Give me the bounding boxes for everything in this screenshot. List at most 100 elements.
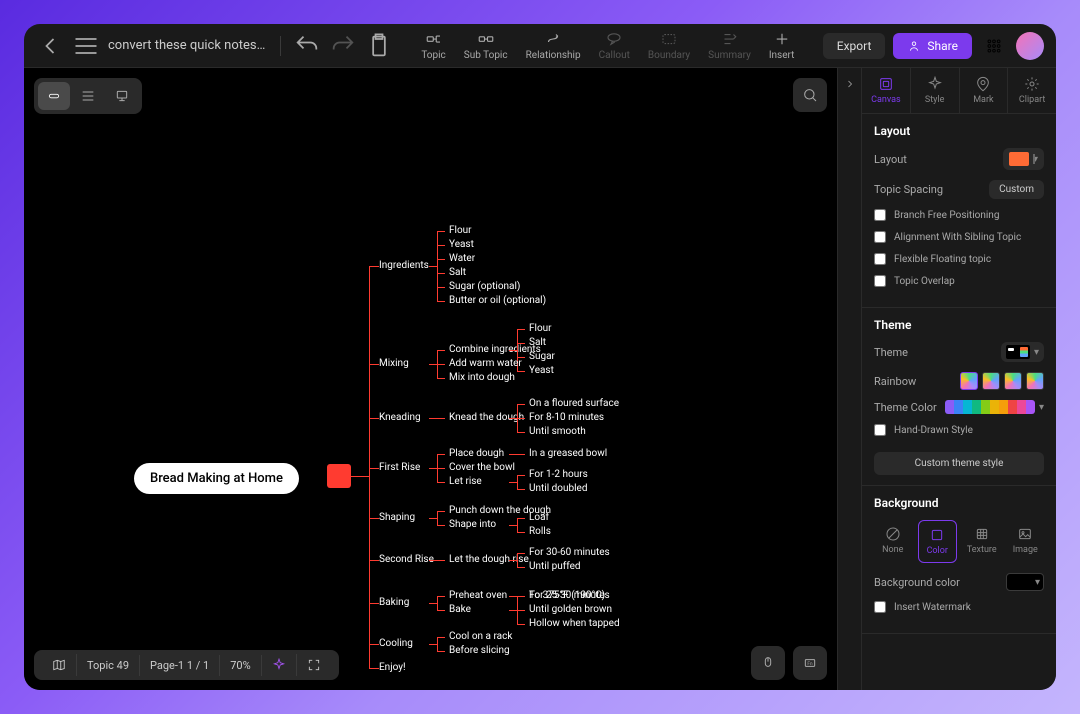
mindmap-node[interactable]: Second Rise <box>379 554 434 565</box>
mindmap-node[interactable]: Baking <box>379 597 409 608</box>
rainbow-option[interactable] <box>1026 372 1044 390</box>
view-outline[interactable] <box>72 82 104 110</box>
mindmap-node[interactable]: Kneading <box>379 412 421 423</box>
mindmap-node[interactable]: Flour <box>529 323 552 334</box>
tab-clipart[interactable]: Clipart <box>1008 68 1056 113</box>
mindmap-canvas[interactable]: Bread Making at Home Ingredients Flour Yea… <box>24 68 837 690</box>
back-button[interactable] <box>36 32 64 60</box>
map-icon[interactable] <box>42 654 77 676</box>
mindmap-node[interactable]: Before slicing <box>449 645 510 656</box>
page-indicator[interactable]: Page-1 1 / 1 <box>140 655 220 676</box>
theme-color-strip[interactable] <box>945 400 1035 414</box>
ai-icon[interactable] <box>262 654 297 676</box>
tool-topic[interactable]: Topic <box>421 30 445 61</box>
mindmap-node[interactable]: Preheat oven <box>449 590 507 601</box>
check-handdrawn[interactable] <box>874 424 886 436</box>
bgcolor-swatch[interactable]: ▾ <box>1006 573 1044 591</box>
mindmap-node[interactable]: Bake <box>449 604 471 615</box>
mindmap-node[interactable]: Shaping <box>379 512 415 523</box>
mindmap-node[interactable]: Mix into dough <box>449 372 515 383</box>
mindmap-node[interactable]: Cover the bowl <box>449 462 515 473</box>
mindmap-root-handle[interactable] <box>327 464 351 488</box>
check-watermark[interactable] <box>874 601 886 613</box>
share-button[interactable]: Share <box>893 33 972 59</box>
search-button[interactable] <box>793 78 827 112</box>
mindmap-node[interactable]: For 30-60 minutes <box>529 547 610 558</box>
tab-canvas[interactable]: Canvas <box>862 68 911 113</box>
mindmap-node[interactable]: Shape into <box>449 519 496 530</box>
mindmap-node[interactable]: Loaf <box>529 512 549 523</box>
mindmap-node[interactable]: Enjoy! <box>379 662 406 673</box>
layout-select[interactable]: ▾ <box>1003 148 1044 170</box>
mindmap-node[interactable]: Cool on a rack <box>449 631 512 642</box>
tab-mark[interactable]: Mark <box>960 68 1009 113</box>
zoom-level[interactable]: 70% <box>220 655 261 676</box>
mindmap-node[interactable]: Yeast <box>529 365 554 376</box>
mindmap-node[interactable]: Water <box>449 253 475 264</box>
mindmap-node[interactable]: Place dough <box>449 448 504 459</box>
tab-style[interactable]: Style <box>911 68 960 113</box>
mindmap-node[interactable]: Combine ingredients <box>449 344 541 355</box>
redo-button[interactable] <box>329 32 357 60</box>
mindmap-node[interactable]: Rolls <box>529 526 551 537</box>
apps-button[interactable] <box>980 32 1008 60</box>
mindmap-node[interactable]: Until smooth <box>529 426 586 437</box>
mindmap-node[interactable]: Flour <box>449 225 472 236</box>
fit-button[interactable]: Fn <box>793 646 827 680</box>
mindmap-node[interactable]: Until doubled <box>529 483 587 494</box>
menu-button[interactable] <box>72 32 100 60</box>
mindmap-node[interactable]: Until golden brown <box>529 604 612 615</box>
topic-count[interactable]: Topic 49 <box>77 655 140 676</box>
mindmap-node[interactable]: Salt <box>529 337 546 348</box>
check-flexible[interactable] <box>874 253 886 265</box>
mindmap-node[interactable]: Sugar <box>529 351 555 362</box>
mindmap-root[interactable]: Bread Making at Home <box>134 463 299 494</box>
bg-texture[interactable]: Texture <box>963 520 1001 563</box>
mindmap-node[interactable]: Sugar (optional) <box>449 281 520 292</box>
mindmap-node[interactable]: Mixing <box>379 358 409 369</box>
mindmap-node[interactable]: Hollow when tapped <box>529 618 620 629</box>
canvas-area[interactable]: Bread Making at Home Ingredients Flour Yea… <box>24 68 837 690</box>
view-mindmap[interactable] <box>38 82 70 110</box>
bg-image[interactable]: Image <box>1007 520 1045 563</box>
document-title[interactable]: convert these quick notes ... <box>108 38 268 53</box>
tool-relationship[interactable]: Relationship <box>526 30 581 61</box>
theme-select[interactable]: ▾ <box>1001 342 1044 362</box>
rainbow-option[interactable] <box>1004 372 1022 390</box>
check-overlap[interactable] <box>874 275 886 287</box>
tool-subtopic[interactable]: Sub Topic <box>464 30 508 61</box>
avatar[interactable] <box>1016 32 1044 60</box>
mindmap-node[interactable]: Yeast <box>449 239 474 250</box>
rainbow-option[interactable] <box>982 372 1000 390</box>
mindmap-node[interactable]: For 8-10 minutes <box>529 412 604 423</box>
export-button[interactable]: Export <box>823 33 886 59</box>
mindmap-node[interactable]: Add warm water <box>449 358 522 369</box>
fullscreen-icon[interactable] <box>297 654 331 676</box>
mindmap-node[interactable]: For 25-30 minutes <box>529 590 610 601</box>
mindmap-node[interactable]: On a floured surface <box>529 398 619 409</box>
mouse-mode-button[interactable] <box>751 646 785 680</box>
mindmap-node[interactable]: Butter or oil (optional) <box>449 295 546 306</box>
bg-color[interactable]: Color <box>918 520 958 563</box>
mindmap-node[interactable]: First Rise <box>379 462 420 473</box>
custom-theme-button[interactable]: Custom theme style <box>874 452 1044 475</box>
bg-none[interactable]: None <box>874 520 912 563</box>
mindmap-node[interactable]: Until puffed <box>529 561 581 572</box>
rainbow-option[interactable] <box>960 372 978 390</box>
check-branch-free[interactable] <box>874 209 886 221</box>
view-present[interactable] <box>106 82 138 110</box>
check-alignment[interactable] <box>874 231 886 243</box>
mindmap-node[interactable]: In a greased bowl <box>529 448 607 459</box>
mindmap-node[interactable]: For 1-2 hours <box>529 469 588 480</box>
panel-collapse-button[interactable] <box>837 68 861 690</box>
mindmap-node[interactable]: Cooling <box>379 638 413 649</box>
mindmap-node[interactable]: Salt <box>449 267 466 278</box>
mindmap-node[interactable]: Let rise <box>449 476 482 487</box>
background-section: Background None Color Texture <box>862 486 1056 634</box>
rainbow-label: Rainbow <box>874 375 916 388</box>
clipboard-button[interactable] <box>365 32 393 60</box>
tool-insert[interactable]: Insert <box>769 30 795 61</box>
mindmap-node[interactable]: Ingredients <box>379 260 429 271</box>
undo-button[interactable] <box>293 32 321 60</box>
spacing-custom-button[interactable]: Custom <box>989 180 1044 199</box>
